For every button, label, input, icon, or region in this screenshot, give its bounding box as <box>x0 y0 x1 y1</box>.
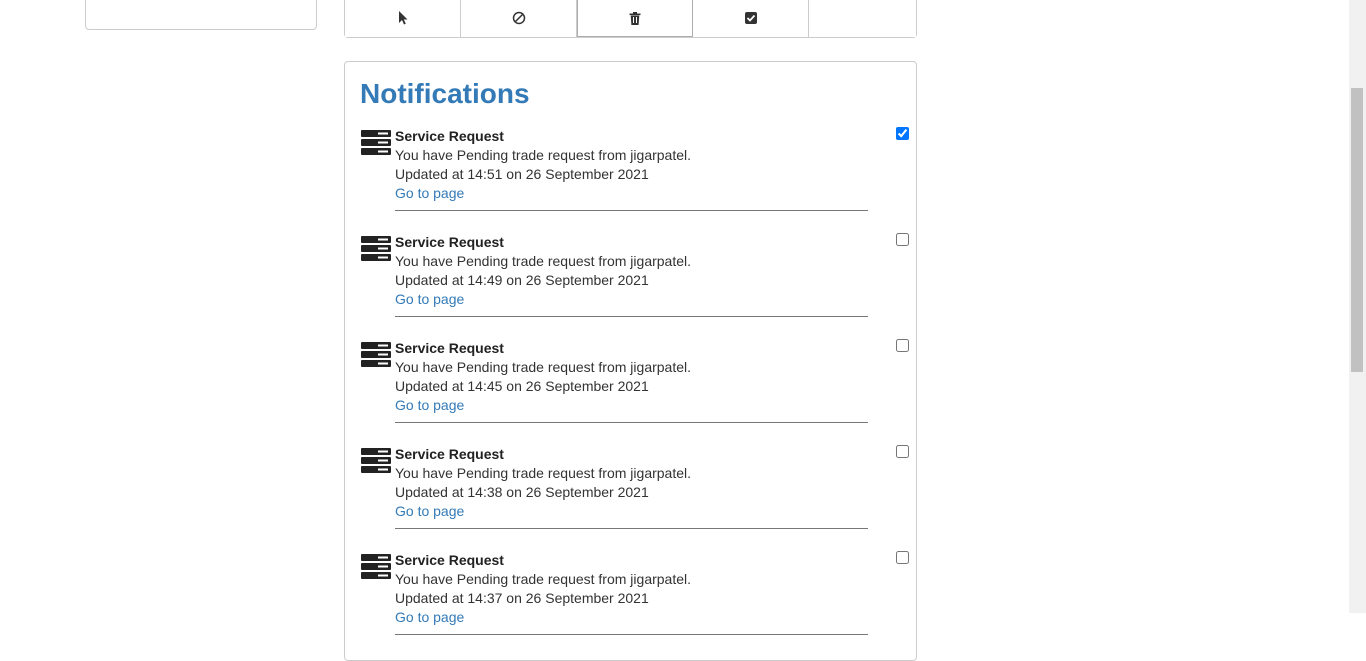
notification-timestamp: Updated at 14:37 on 26 September 2021 <box>395 590 649 606</box>
server-icon <box>361 448 391 474</box>
notification-title: Service Request <box>395 552 504 568</box>
server-icon <box>361 236 391 262</box>
notification-message: You have Pending trade request from jiga… <box>395 147 692 163</box>
notification-title: Service Request <box>395 234 504 250</box>
notification-timestamp: Updated at 14:38 on 26 September 2021 <box>395 484 649 500</box>
scrollbar[interactable] <box>1349 0 1366 613</box>
scrollbar-thumb[interactable] <box>1351 88 1363 372</box>
notification-content: Service Request You have Pending trade re… <box>395 339 868 423</box>
ban-icon <box>512 11 525 25</box>
notification-title: Service Request <box>395 340 504 356</box>
notification-checkbox[interactable] <box>896 127 909 140</box>
ban-button[interactable] <box>461 0 577 37</box>
notification-item: Service Request You have Pending trade re… <box>361 339 909 435</box>
notification-content: Service Request You have Pending trade re… <box>395 551 868 635</box>
notification-checkbox[interactable] <box>896 445 909 458</box>
notification-item: Service Request You have Pending trade re… <box>361 233 909 329</box>
page-title: Notifications <box>360 78 530 109</box>
notification-message: You have Pending trade request from jiga… <box>395 465 692 481</box>
pointer-icon <box>398 11 407 25</box>
notification-item: Service Request You have Pending trade re… <box>361 445 909 541</box>
action-toolbar <box>344 0 917 38</box>
notification-item: Service Request You have Pending trade re… <box>361 127 909 223</box>
select-button[interactable] <box>345 0 461 37</box>
notification-checkbox[interactable] <box>896 233 909 246</box>
notification-title: Service Request <box>395 446 504 462</box>
empty-toolbar-slot <box>809 0 916 37</box>
delete-button[interactable] <box>577 0 693 37</box>
go-to-page-link[interactable]: Go to page <box>395 608 464 627</box>
notification-title: Service Request <box>395 128 504 144</box>
notification-checkbox[interactable] <box>896 339 909 352</box>
notification-checkbox[interactable] <box>896 551 909 564</box>
mark-read-button[interactable] <box>693 0 809 37</box>
notification-message: You have Pending trade request from jiga… <box>395 359 692 375</box>
notification-timestamp: Updated at 14:51 on 26 September 2021 <box>395 166 649 182</box>
check-square-icon <box>744 12 757 24</box>
go-to-page-link[interactable]: Go to page <box>395 290 464 309</box>
go-to-page-link[interactable]: Go to page <box>395 502 464 521</box>
notification-content: Service Request You have Pending trade re… <box>395 445 868 529</box>
notification-content: Service Request You have Pending trade re… <box>395 127 868 211</box>
go-to-page-link[interactable]: Go to page <box>395 396 464 415</box>
go-to-page-link[interactable]: Go to page <box>395 184 464 203</box>
notification-message: You have Pending trade request from jiga… <box>395 571 692 587</box>
sidebar-input-box[interactable] <box>85 0 317 30</box>
server-icon <box>361 554 391 580</box>
server-icon <box>361 130 391 156</box>
notification-content: Service Request You have Pending trade re… <box>395 233 868 317</box>
notifications-panel: Notifications Service Request You have Pe… <box>344 61 917 661</box>
trash-icon <box>629 11 641 25</box>
notification-timestamp: Updated at 14:49 on 26 September 2021 <box>395 272 649 288</box>
notification-message: You have Pending trade request from jiga… <box>395 253 692 269</box>
notification-timestamp: Updated at 14:45 on 26 September 2021 <box>395 378 649 394</box>
server-icon <box>361 342 391 368</box>
notification-item: Service Request You have Pending trade re… <box>361 551 909 647</box>
